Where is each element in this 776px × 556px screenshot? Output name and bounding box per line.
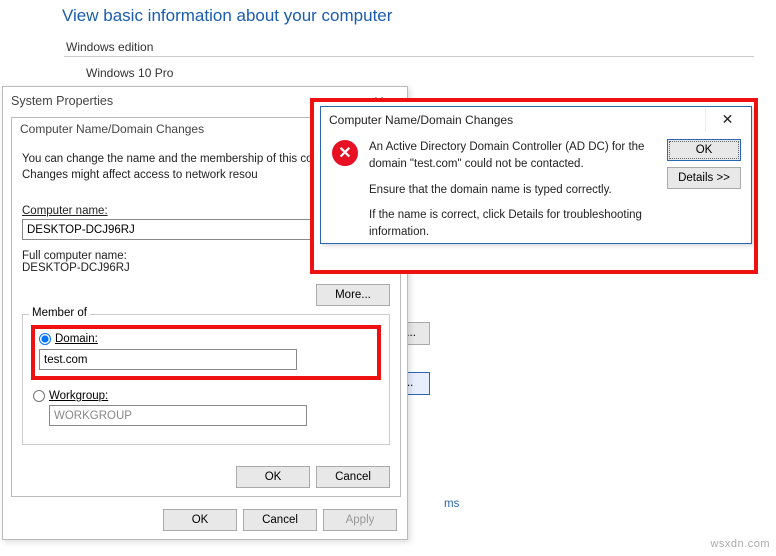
error-ok-button[interactable]: OK — [667, 139, 741, 161]
more-button[interactable]: More... — [316, 284, 390, 306]
terms-link[interactable]: ms — [444, 498, 459, 510]
page-title: View basic information about your comput… — [62, 6, 392, 26]
workgroup-radio-row[interactable]: Workgroup: — [33, 390, 381, 402]
error-line3: If the name is correct, click Details fo… — [369, 207, 653, 242]
sysprops-apply-button: Apply — [323, 509, 397, 531]
domain-input[interactable] — [39, 349, 297, 370]
watermark: wsxdn.com — [710, 538, 770, 550]
sysprops-ok-button[interactable]: OK — [163, 509, 237, 531]
error-text: An Active Directory Domain Controller (A… — [369, 139, 657, 249]
workgroup-input — [49, 405, 307, 426]
edition-label: Windows edition — [66, 40, 153, 54]
domain-label: Domain: — [55, 333, 98, 345]
error-line2: Ensure that the domain name is typed cor… — [369, 182, 653, 199]
close-icon[interactable]: ✕ — [705, 108, 749, 132]
sysprops-cancel-button[interactable]: Cancel — [243, 509, 317, 531]
member-of-legend: Member of — [29, 307, 90, 319]
error-icon: ✕ — [331, 139, 359, 167]
error-title: Computer Name/Domain Changes — [329, 113, 513, 127]
domain-highlight: Domain: — [31, 325, 381, 380]
error-highlight: Computer Name/Domain Changes ✕ ✕ An Acti… — [310, 98, 758, 274]
error-dialog: Computer Name/Domain Changes ✕ ✕ An Acti… — [320, 106, 752, 244]
workgroup-radio[interactable] — [33, 390, 45, 402]
sysprops-title: System Properties — [11, 94, 113, 108]
error-line1: An Active Directory Domain Controller (A… — [369, 139, 653, 174]
inner-ok-button[interactable]: OK — [236, 466, 310, 488]
edition-value: Windows 10 Pro — [86, 66, 173, 80]
domain-radio-row[interactable]: Domain: — [39, 333, 373, 345]
member-of-group: Member of Domain: Workgroup: — [22, 314, 390, 445]
domain-radio[interactable] — [39, 333, 51, 345]
workgroup-label: Workgroup: — [49, 390, 108, 402]
divider — [64, 56, 754, 57]
inner-cancel-button[interactable]: Cancel — [316, 466, 390, 488]
error-titlebar[interactable]: Computer Name/Domain Changes ✕ — [321, 107, 751, 133]
error-details-button[interactable]: Details >> — [667, 167, 741, 189]
